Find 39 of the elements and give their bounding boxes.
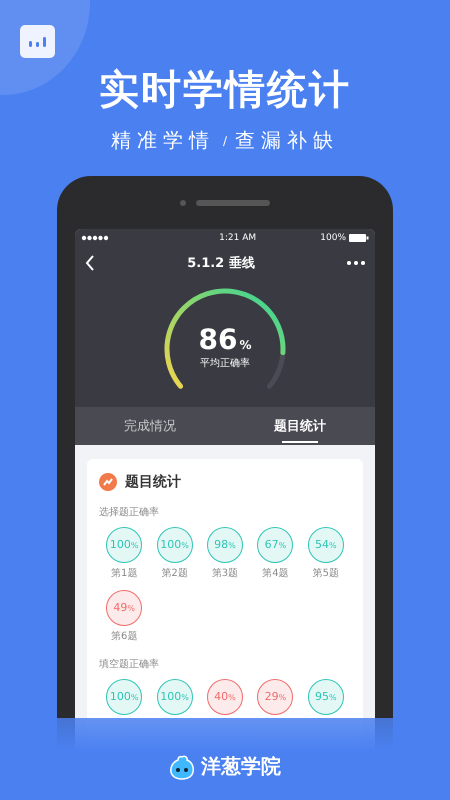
accuracy-circle[interactable]: 40%	[206, 679, 243, 715]
gauge-label: 平均正确率	[200, 356, 250, 370]
accuracy-circle[interactable]: 100%	[156, 527, 193, 563]
battery-icon	[349, 234, 369, 242]
section-label: 填空题正确率	[99, 658, 160, 671]
accuracy-circle[interactable]: 49%	[106, 590, 142, 626]
accuracy-circle[interactable]: 95%	[308, 679, 344, 715]
accuracy-circle[interactable]: 67%	[257, 527, 294, 563]
question-label: 第4题	[262, 567, 289, 580]
section-label: 选择题正确率	[99, 506, 160, 519]
accuracy-circle[interactable]: 100%	[106, 527, 142, 563]
tagline-separator: /	[222, 134, 228, 148]
bar-chart-icon	[20, 25, 55, 58]
status-time: 1:21 AM	[218, 233, 258, 243]
question-label: 第1题	[111, 567, 138, 580]
accuracy-circle[interactable]: 100%	[106, 679, 142, 715]
tab[interactable]: 题目统计	[225, 407, 375, 445]
card-title: 题目统计	[125, 473, 181, 491]
tagline-text: 精准学情	[110, 127, 215, 154]
mascot-icon	[169, 754, 195, 780]
nav-title: 5.1.2 垂线	[186, 254, 256, 272]
headline: 实时学情统计	[99, 66, 351, 115]
gauge-value: 86	[198, 323, 238, 356]
question-label: 第5题	[312, 567, 339, 580]
accuracy-circle[interactable]: 29%	[257, 679, 294, 715]
back-icon[interactable]	[85, 255, 95, 271]
accuracy-circle[interactable]: 100%	[156, 679, 193, 715]
tab[interactable]: 完成情况	[75, 407, 225, 445]
more-icon[interactable]	[347, 261, 365, 265]
tagline-text: 查漏补缺	[235, 127, 340, 154]
question-label: 第2题	[161, 567, 188, 580]
brand-name: 洋葱学院	[201, 753, 281, 780]
accuracy-circle[interactable]: 98%	[206, 527, 243, 563]
accuracy-circle[interactable]: 54%	[308, 527, 344, 563]
battery-text: 100%	[320, 233, 346, 243]
question-label: 第3题	[212, 567, 238, 580]
question-label: 第6题	[111, 630, 138, 643]
gauge-unit: %	[239, 338, 252, 352]
trend-icon	[99, 473, 117, 491]
